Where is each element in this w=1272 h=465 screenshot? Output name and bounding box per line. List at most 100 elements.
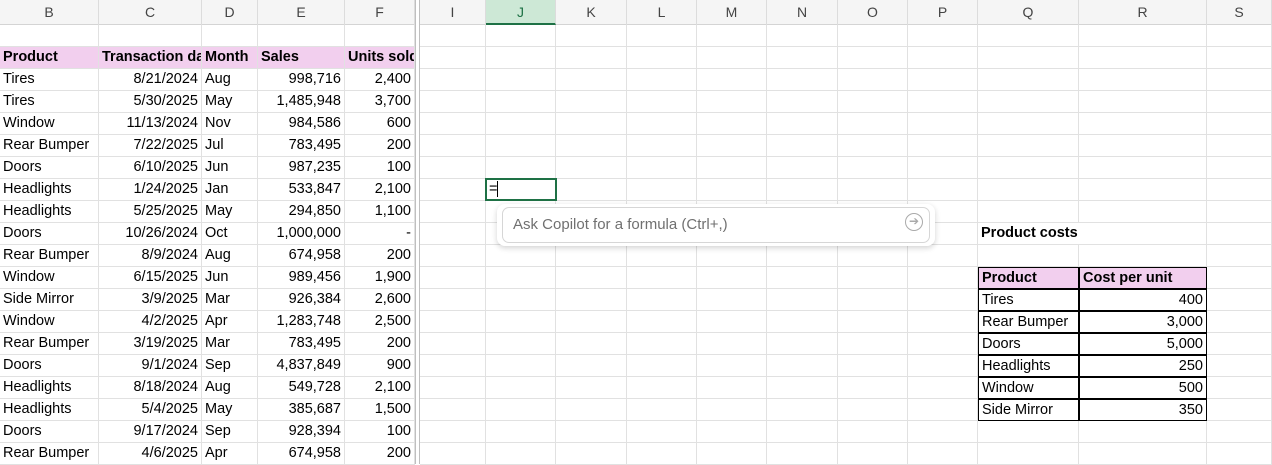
sales-cell[interactable]: Aug [202, 245, 258, 267]
empty-cell[interactable] [0, 25, 99, 47]
empty-cell[interactable] [1207, 25, 1272, 47]
empty-cell[interactable] [627, 25, 697, 47]
sales-cell[interactable]: Window [0, 113, 99, 135]
empty-cell[interactable] [697, 443, 767, 465]
sales-cell[interactable]: 4/2/2025 [99, 311, 202, 333]
empty-cell[interactable] [420, 223, 486, 245]
active-cell-J8[interactable]: = [485, 178, 557, 201]
empty-cell[interactable] [486, 443, 556, 465]
empty-cell[interactable] [838, 91, 908, 113]
sales-cell[interactable]: 1,000,000 [258, 223, 345, 245]
column-header-B[interactable]: B [0, 0, 99, 25]
column-header-E[interactable]: E [258, 0, 345, 25]
sales-cell[interactable]: 200 [345, 245, 415, 267]
column-header-D[interactable]: D [202, 0, 258, 25]
empty-cell[interactable] [420, 443, 486, 465]
empty-cell[interactable] [908, 113, 978, 135]
cost-cell[interactable]: Rear Bumper [978, 311, 1079, 333]
empty-cell[interactable] [697, 289, 767, 311]
column-header-O[interactable]: O [838, 0, 908, 25]
empty-cell[interactable] [1207, 179, 1272, 201]
sales-cell[interactable]: Headlights [0, 201, 99, 223]
sales-cell[interactable]: Doors [0, 355, 99, 377]
sales-header-cell[interactable]: Product [0, 47, 99, 69]
sales-cell[interactable]: Doors [0, 223, 99, 245]
empty-cell[interactable] [838, 267, 908, 289]
empty-cell[interactable] [420, 245, 486, 267]
empty-cell[interactable] [1079, 25, 1207, 47]
empty-cell[interactable] [420, 91, 486, 113]
column-header-F[interactable]: F [345, 0, 415, 25]
empty-cell[interactable] [486, 289, 556, 311]
empty-cell[interactable] [420, 289, 486, 311]
empty-cell[interactable] [1079, 245, 1207, 267]
copilot-prompt-input[interactable]: Ask Copilot for a formula (Ctrl+,) [502, 207, 930, 243]
empty-cell[interactable] [486, 69, 556, 91]
sales-cell[interactable]: 8/18/2024 [99, 377, 202, 399]
sales-cell[interactable]: 5/4/2025 [99, 399, 202, 421]
sales-cell[interactable]: 984,586 [258, 113, 345, 135]
sales-cell[interactable]: Jun [202, 267, 258, 289]
sales-cell[interactable]: 1,900 [345, 267, 415, 289]
empty-cell[interactable] [978, 201, 1079, 223]
cost-cell[interactable]: 500 [1079, 377, 1207, 399]
sales-cell[interactable]: 900 [345, 355, 415, 377]
empty-cell[interactable] [697, 267, 767, 289]
empty-cell[interactable] [767, 157, 838, 179]
empty-cell[interactable] [908, 333, 978, 355]
empty-cell[interactable] [767, 245, 838, 267]
sales-cell[interactable]: 8/21/2024 [99, 69, 202, 91]
empty-cell[interactable] [627, 421, 697, 443]
empty-cell[interactable] [767, 355, 838, 377]
cost-cell[interactable]: 350 [1079, 399, 1207, 421]
sales-cell[interactable]: Headlights [0, 377, 99, 399]
sales-cell[interactable]: 783,495 [258, 333, 345, 355]
sales-cell[interactable]: 100 [345, 157, 415, 179]
sales-cell[interactable]: 4,837,849 [258, 355, 345, 377]
cost-table-title[interactable]: Product costs [978, 223, 1079, 245]
empty-cell[interactable] [627, 135, 697, 157]
empty-cell[interactable] [420, 201, 486, 223]
sales-cell[interactable]: - [345, 223, 415, 245]
empty-cell[interactable] [697, 91, 767, 113]
column-header-M[interactable]: M [697, 0, 767, 25]
empty-cell[interactable] [202, 25, 258, 47]
sales-cell[interactable]: Mar [202, 333, 258, 355]
empty-cell[interactable] [697, 113, 767, 135]
sales-cell[interactable]: 1,283,748 [258, 311, 345, 333]
sales-cell[interactable]: 998,716 [258, 69, 345, 91]
empty-cell[interactable] [908, 91, 978, 113]
empty-cell[interactable] [767, 91, 838, 113]
empty-cell[interactable] [556, 333, 627, 355]
empty-cell[interactable] [627, 91, 697, 113]
empty-cell[interactable] [627, 355, 697, 377]
empty-cell[interactable] [767, 289, 838, 311]
empty-cell[interactable] [697, 179, 767, 201]
empty-cell[interactable] [556, 135, 627, 157]
sales-cell[interactable]: Rear Bumper [0, 443, 99, 465]
empty-cell[interactable] [978, 25, 1079, 47]
empty-cell[interactable] [99, 25, 202, 47]
empty-cell[interactable] [420, 69, 486, 91]
empty-cell[interactable] [838, 333, 908, 355]
sales-cell[interactable]: 674,958 [258, 245, 345, 267]
empty-cell[interactable] [767, 443, 838, 465]
empty-cell[interactable] [420, 421, 486, 443]
empty-cell[interactable] [697, 311, 767, 333]
sales-header-cell[interactable]: Sales [258, 47, 345, 69]
sales-cell[interactable]: 1,500 [345, 399, 415, 421]
empty-cell[interactable] [486, 399, 556, 421]
empty-cell[interactable] [838, 157, 908, 179]
sales-cell[interactable]: 8/9/2024 [99, 245, 202, 267]
empty-cell[interactable] [908, 245, 978, 267]
empty-cell[interactable] [1207, 377, 1272, 399]
empty-cell[interactable] [1207, 267, 1272, 289]
sales-cell[interactable]: Apr [202, 443, 258, 465]
empty-cell[interactable] [556, 377, 627, 399]
empty-cell[interactable] [556, 311, 627, 333]
empty-cell[interactable] [556, 179, 627, 201]
cost-header-cell[interactable]: Product [978, 267, 1079, 289]
empty-cell[interactable] [697, 69, 767, 91]
sales-cell[interactable]: 2,500 [345, 311, 415, 333]
sales-cell[interactable]: 1,100 [345, 201, 415, 223]
